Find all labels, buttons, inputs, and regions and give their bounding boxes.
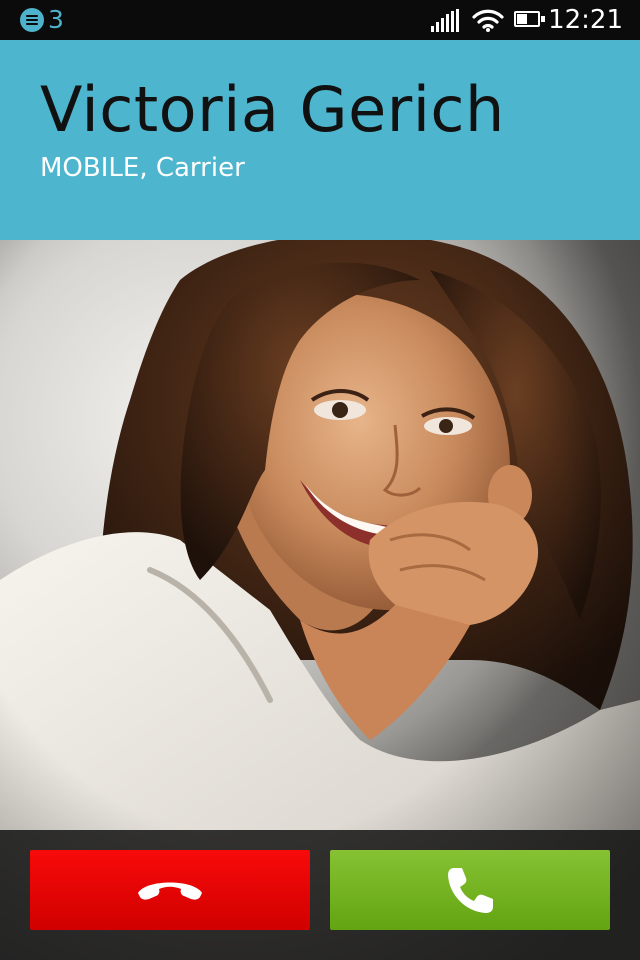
hang-up-icon: [138, 882, 202, 900]
status-bar: 3 12:21: [0, 0, 640, 40]
notification-count: 3: [48, 5, 64, 34]
notification-indicator[interactable]: 3: [20, 7, 64, 33]
status-time: 12:21: [548, 5, 623, 35]
accept-button[interactable]: [330, 850, 610, 930]
caller-header: Victoria Gerich MOBILE, Carrier: [0, 40, 640, 240]
incoming-call-screen: 3 12:21 Victoria Gerich MOBILE, Carrier: [0, 0, 640, 960]
notification-list-icon: [20, 8, 44, 32]
call-action-bar: [0, 830, 640, 960]
cell-signal-icon: [431, 9, 461, 32]
battery-icon: [514, 11, 546, 29]
caller-number-type: MOBILE, Carrier: [40, 153, 245, 183]
wifi-icon: [472, 9, 504, 32]
caller-name: Victoria Gerich: [40, 73, 505, 146]
decline-button[interactable]: [30, 850, 310, 930]
battery-level: [517, 14, 527, 24]
phone-answer-icon: [448, 868, 493, 913]
